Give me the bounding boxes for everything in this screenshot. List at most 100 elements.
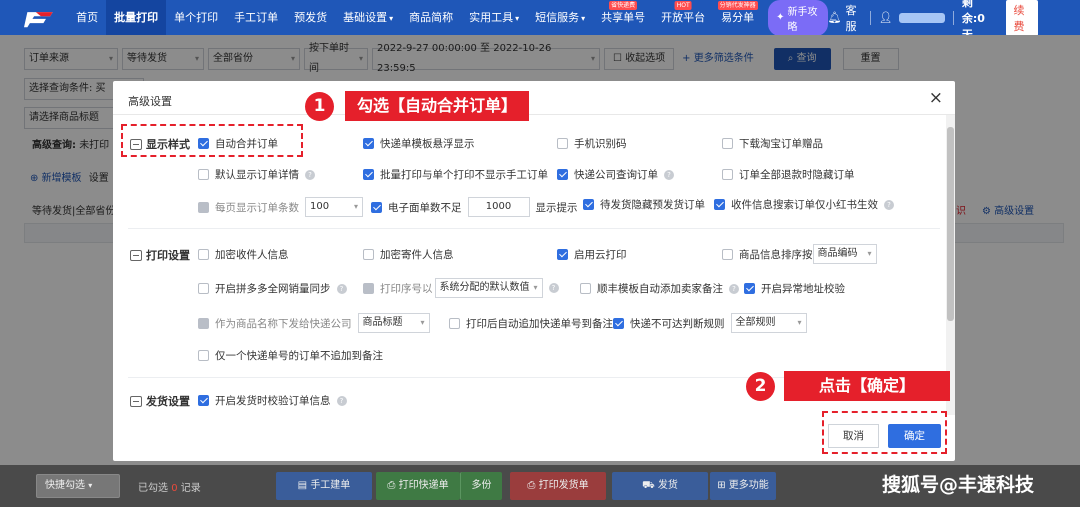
checkbox[interactable] bbox=[580, 283, 591, 294]
nav-item[interactable]: 实用工具 ▾ bbox=[461, 0, 527, 35]
option-default-detail[interactable]: 默认显示订单详情? bbox=[198, 167, 315, 182]
nav-item[interactable]: 共享单号 省快递费 bbox=[593, 0, 653, 35]
low-sheet-input[interactable]: 1000 bbox=[467, 197, 530, 217]
print-seq-select[interactable]: 系统分配的默认数值 ▾ bbox=[434, 278, 543, 298]
checkbox[interactable] bbox=[198, 283, 209, 294]
checkbox[interactable] bbox=[363, 249, 374, 260]
checkbox[interactable] bbox=[449, 318, 460, 329]
checkbox[interactable] bbox=[371, 201, 382, 213]
checkbox[interactable] bbox=[557, 169, 568, 180]
brand-logo[interactable] bbox=[24, 5, 56, 31]
help-icon[interactable]: ? bbox=[664, 169, 674, 180]
option-sf-remark[interactable]: 顺丰模板自动添加卖家备注? bbox=[580, 281, 739, 296]
nav-item-label: 短信服务 bbox=[535, 11, 580, 24]
product-name-select[interactable]: 商品标题 ▾ bbox=[357, 313, 430, 333]
divider bbox=[113, 114, 955, 115]
help-icon[interactable]: ? bbox=[884, 199, 894, 210]
print-express-button[interactable]: ⎙ 打印快递单 bbox=[376, 472, 460, 500]
section-ship: 发货设置 bbox=[130, 393, 190, 409]
print-invoice-button[interactable]: ⎙ 打印发货单 bbox=[510, 472, 606, 500]
truck-icon: ⛟ bbox=[642, 480, 655, 491]
checkbox[interactable] bbox=[198, 350, 209, 361]
user-icon[interactable]: 👤︎ bbox=[879, 11, 893, 24]
help-icon[interactable]: ? bbox=[548, 283, 559, 293]
option-unreachable[interactable]: 快递不可达判断规则 全部规则 ▾ bbox=[613, 313, 807, 333]
nav-item[interactable]: 开放平台 HOT bbox=[653, 0, 713, 35]
nav-item-label: 首页 bbox=[76, 11, 99, 24]
manual-order-button[interactable]: ▤ 手工建单 bbox=[276, 472, 372, 500]
checkbox[interactable] bbox=[363, 138, 374, 149]
checkbox[interactable] bbox=[198, 249, 209, 260]
nav-item-label: 批量打印 bbox=[114, 11, 159, 24]
option-pdd-sync[interactable]: 开启拼多多全网销量同步? bbox=[198, 281, 347, 296]
close-icon[interactable]: × bbox=[929, 88, 943, 108]
modal-title: 高级设置 bbox=[128, 95, 172, 108]
option-per-page[interactable]: 每页显示订单条数 100 ▾ bbox=[198, 197, 363, 217]
more-functions-button[interactable]: ⊞ 更多功能 bbox=[710, 472, 776, 500]
option-cloud-print[interactable]: 启用云打印 bbox=[557, 247, 627, 262]
option-encrypt-receiver[interactable]: 加密收件人信息 bbox=[198, 247, 289, 262]
service-link[interactable]: 客服 bbox=[846, 2, 862, 34]
checkbox[interactable] bbox=[557, 138, 568, 149]
divider bbox=[128, 228, 940, 229]
highlight-box-auto-merge bbox=[121, 124, 303, 157]
checkbox[interactable] bbox=[198, 169, 209, 180]
step-1-banner: 勾选【自动合并订单】 bbox=[345, 91, 530, 121]
option-template-float[interactable]: 快递单模板悬浮显示 bbox=[363, 136, 475, 151]
option-single-tracking[interactable]: 仅一个快递单号的订单不追加到备注 bbox=[198, 348, 383, 363]
checkbox[interactable] bbox=[744, 283, 755, 294]
guide-button[interactable]: ✦ 新手攻略 bbox=[768, 0, 828, 36]
option-print-seq[interactable]: 打印序号以 系统分配的默认数值 ▾? bbox=[363, 278, 559, 298]
option-xhs-search[interactable]: 收件信息搜索订单仅小红书生效? bbox=[714, 197, 894, 212]
help-icon[interactable]: ? bbox=[305, 169, 315, 180]
help-icon[interactable]: ? bbox=[729, 283, 739, 294]
checkbox[interactable] bbox=[722, 169, 733, 180]
option-low-sheet[interactable]: 电子面单数不足 1000 显示提示 bbox=[371, 197, 578, 217]
option-verify-on-ship[interactable]: 开启发货时校验订单信息? bbox=[198, 393, 347, 408]
help-icon[interactable]: ? bbox=[336, 283, 347, 294]
option-sort-by[interactable]: 商品信息排序按 商品编码 ▾ bbox=[722, 244, 877, 264]
nav-item[interactable]: 批量打印 bbox=[106, 0, 167, 35]
nav-item[interactable]: 商品简称 bbox=[401, 0, 461, 35]
nav-badge: 分销代发神器 bbox=[717, 1, 758, 10]
option-download-gift[interactable]: 下载淘宝订单赠品 bbox=[722, 136, 823, 151]
checkbox[interactable] bbox=[722, 138, 733, 149]
unreachable-select[interactable]: 全部规则 ▾ bbox=[730, 313, 807, 333]
ship-button[interactable]: ⛟ 发货 bbox=[612, 472, 708, 500]
nav-item[interactable]: 单个打印 bbox=[166, 0, 226, 35]
help-icon[interactable]: ? bbox=[336, 395, 347, 406]
nav-item[interactable]: 短信服务 ▾ bbox=[527, 0, 593, 35]
option-append-tracking[interactable]: 打印后自动追加快递单号到备注 bbox=[449, 316, 613, 331]
option-hide-presale[interactable]: 待发货隐藏预发货订单 bbox=[583, 197, 705, 212]
checkbox[interactable] bbox=[613, 317, 624, 329]
nav-item[interactable]: 易分单 分销代发神器 bbox=[713, 0, 762, 35]
option-phone-recognize[interactable]: 手机识别码 bbox=[557, 136, 627, 151]
nav-item[interactable]: 基础设置 ▾ bbox=[335, 0, 401, 35]
scrollbar-thumb[interactable] bbox=[947, 127, 954, 321]
plus-icon: ⊞ bbox=[717, 480, 726, 491]
nav-item[interactable]: 预发货 bbox=[286, 0, 335, 35]
nav-badge: 省快递费 bbox=[609, 1, 638, 10]
checkbox[interactable] bbox=[714, 199, 725, 210]
checkbox[interactable] bbox=[363, 169, 374, 180]
option-express-query[interactable]: 快递公司查询订单? bbox=[557, 167, 674, 182]
renew-button[interactable]: 续费 bbox=[1005, 0, 1038, 36]
option-as-product-name[interactable]: 作为商品名称下发给快递公司 商品标题 ▾ bbox=[198, 313, 430, 333]
checkbox[interactable] bbox=[722, 248, 733, 260]
multi-copies-button[interactable]: 多份 bbox=[460, 472, 502, 500]
option-hide-refund[interactable]: 订单全部退款时隐藏订单 bbox=[722, 167, 855, 182]
checkbox[interactable] bbox=[198, 395, 209, 406]
option-batch-hide-manual[interactable]: 批量打印与单个打印不显示手工订单 bbox=[363, 167, 548, 182]
per-page-select[interactable]: 100 ▾ bbox=[305, 197, 363, 217]
option-abnormal-addr[interactable]: 开启异常地址校验 bbox=[744, 281, 845, 296]
nav-item[interactable]: 首页 bbox=[68, 0, 106, 35]
nav-item[interactable]: 手工订单 bbox=[226, 0, 286, 35]
step-1-marker: 1 bbox=[305, 92, 334, 121]
checkbox[interactable] bbox=[557, 249, 568, 260]
checkbox[interactable] bbox=[583, 199, 594, 210]
username-blurred[interactable] bbox=[898, 12, 946, 23]
option-encrypt-sender[interactable]: 加密寄件人信息 bbox=[363, 247, 454, 262]
quick-select-dropdown[interactable]: 快捷勾选 ▾ bbox=[36, 474, 120, 498]
sort-select[interactable]: 商品编码 ▾ bbox=[812, 244, 877, 264]
bell-icon[interactable]: 🔔︎ bbox=[828, 11, 842, 24]
